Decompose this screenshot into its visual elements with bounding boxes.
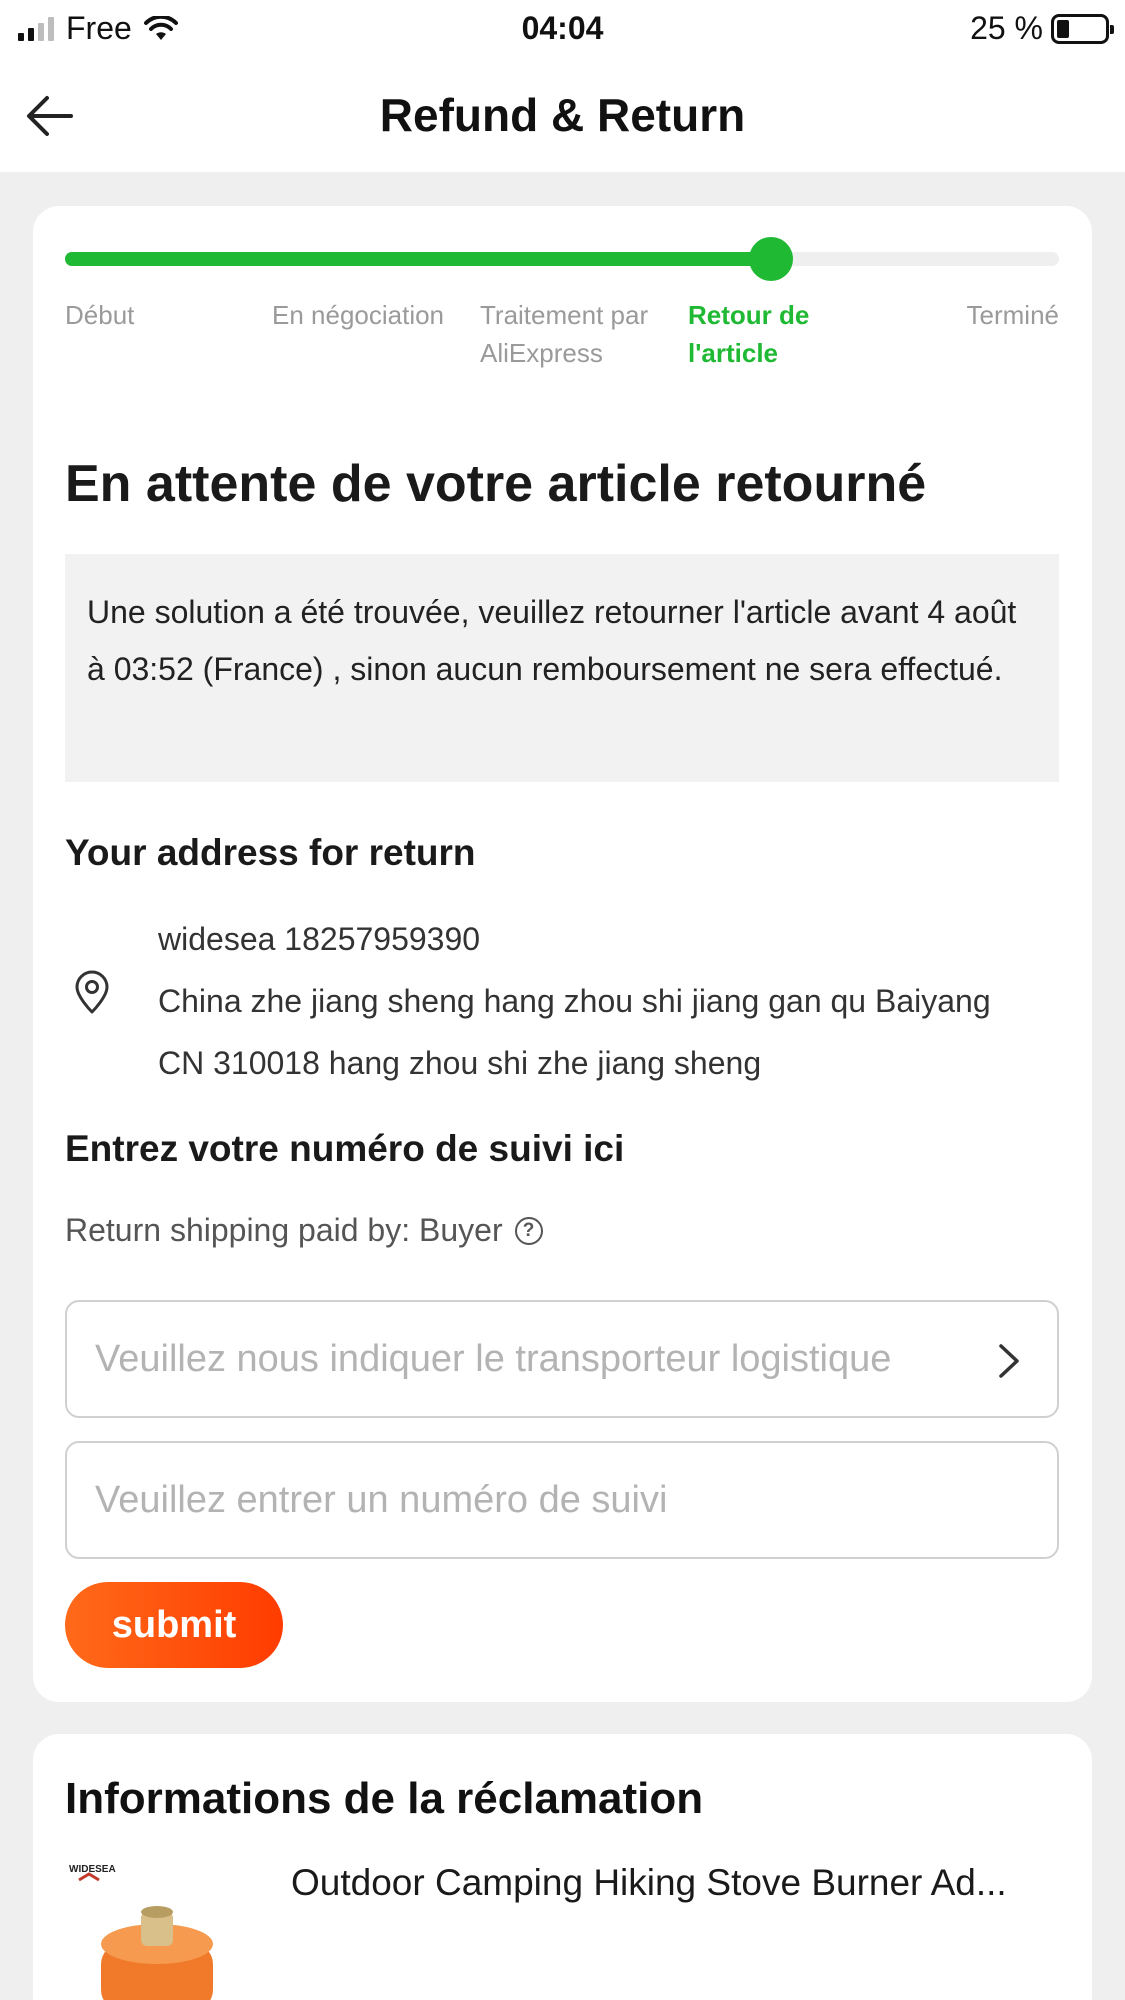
progress-current-marker [748,237,793,281]
refund-return-screen: Free 04:04 25 % Refund & Return Début En… [0,0,1125,2000]
tracking-number-title: Entrez votre numéro de suivi ici [65,1128,625,1169]
address-line-2: CN 310018 hang zhou shi zhe jiang sheng [158,1045,762,1081]
app-header: Refund & Return [0,60,1125,172]
clock: 04:04 [521,10,604,46]
page-title: Refund & Return [379,89,746,141]
address-line-1: China zhe jiang sheng hang zhou shi jian… [158,983,991,1019]
deadline-notice: Une solution a été trouvée, veuillez ret… [65,554,1059,782]
submit-button[interactable]: submit [65,1582,283,1668]
progress-bar [65,237,1059,281]
claim-info-card: Informations de la réclamation WIDESEA O… [33,1734,1092,2000]
status-heading: En attente de votre article retourné [65,455,927,513]
step-negotiation: En négociation [272,300,445,330]
progress-fill [65,252,771,266]
battery-icon [1051,13,1114,44]
step-finished: Terminé [966,300,1059,330]
progress-steps: Début En négociation Traitement par AliE… [65,296,1059,426]
tracking-number-input[interactable]: Veuillez entrer un numéro de suivi [65,1441,1059,1559]
shipping-paid-by: Return shipping paid by: Buyer ? [65,1212,543,1249]
chevron-right-icon [999,1344,1019,1378]
shipping-paid-label: Return shipping paid by: Buyer [65,1212,503,1248]
status-bar-right: 25 % [970,10,1114,47]
claim-info-title: Informations de la réclamation [65,1774,704,1823]
return-address-title: Your address for return [65,832,476,873]
carrier-select[interactable]: Veuillez nous indiquer le transporteur l… [65,1300,1059,1418]
product-image[interactable] [65,1860,215,2000]
step-start: Début [65,300,135,330]
product-title[interactable]: Outdoor Camping Hiking Stove Burner Ad..… [291,1862,1071,1904]
status-bar: Free 04:04 25 % [0,0,1125,60]
step-aliexpress-processing: Traitement par AliExpress [480,300,649,368]
brand-logo: WIDESEA [69,1864,116,1875]
address-name-phone: widesea 18257959390 [158,921,481,957]
return-address: widesea 18257959390 China zhe jiang shen… [158,908,1058,1094]
help-icon[interactable]: ? [514,1216,543,1245]
location-pin-icon [75,970,109,1014]
step-return-item: Retour de l'article [688,300,810,368]
return-status-card: Début En négociation Traitement par AliE… [33,206,1092,1702]
tracking-number-placeholder: Veuillez entrer un numéro de suivi [95,1478,668,1521]
carrier-select-placeholder: Veuillez nous indiquer le transporteur l… [95,1337,892,1380]
battery-percent: 25 % [970,10,1043,46]
